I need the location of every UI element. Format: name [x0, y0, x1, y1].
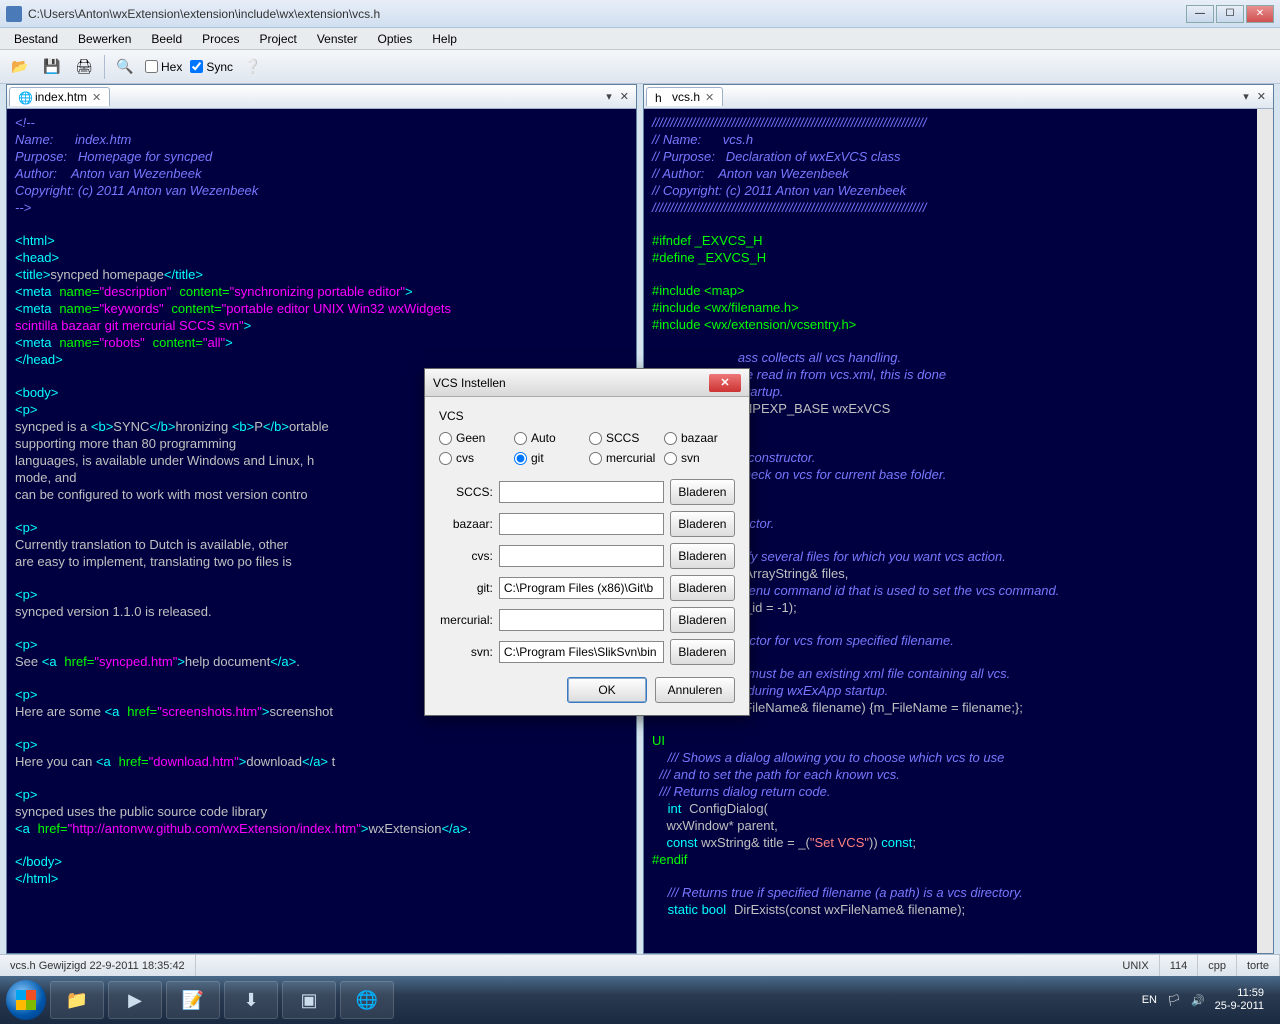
- pane-dropdown-icon[interactable]: ▾: [603, 90, 615, 103]
- toolbar-separator: [104, 55, 105, 79]
- taskbar-chrome-icon[interactable]: 🌐: [340, 981, 394, 1019]
- browse-button[interactable]: Bladeren: [670, 543, 735, 569]
- pane-close-icon[interactable]: ✕: [1254, 90, 1269, 103]
- path-label: git:: [439, 581, 493, 595]
- help-icon[interactable]: ❔: [241, 55, 265, 79]
- close-button[interactable]: ✕: [1246, 5, 1274, 23]
- start-button[interactable]: [6, 980, 46, 1020]
- vcs-radio-group: Geen Auto SCCS bazaar cvs git mercurial …: [439, 431, 735, 465]
- window-titlebar: C:\Users\Anton\wxExtension\extension\inc…: [0, 0, 1280, 28]
- taskbar-notepad-icon[interactable]: 📝: [166, 981, 220, 1019]
- open-icon[interactable]: 📂: [8, 55, 32, 79]
- maximize-button[interactable]: ☐: [1216, 5, 1244, 23]
- path-label: svn:: [439, 645, 493, 659]
- taskbar-explorer-icon[interactable]: 📁: [50, 981, 104, 1019]
- system-tray[interactable]: EN 🏳 🔊 11:59 25-9-2011: [1142, 987, 1274, 1013]
- tab-close-icon[interactable]: ✕: [705, 91, 714, 104]
- radio-cvs[interactable]: cvs: [439, 451, 510, 465]
- browse-button[interactable]: Bladeren: [670, 607, 735, 633]
- menu-project[interactable]: Project: [249, 30, 306, 48]
- status-theme: torte: [1237, 955, 1280, 976]
- menubar: Bestand Bewerken Beeld Proces Project Ve…: [0, 28, 1280, 50]
- toolbar: 📂 💾 🖨 🔍 Hex Sync ❔: [0, 50, 1280, 84]
- status-line: 114: [1160, 955, 1199, 976]
- path-row-mercurial: mercurial: Bladeren: [439, 607, 735, 633]
- path-input-svn[interactable]: [499, 641, 664, 663]
- tray-clock[interactable]: 11:59 25-9-2011: [1215, 987, 1264, 1013]
- save-icon[interactable]: 💾: [40, 55, 64, 79]
- path-input-git[interactable]: [499, 577, 664, 599]
- taskbar-mediaplayer-icon[interactable]: ▶: [108, 981, 162, 1019]
- path-row-bazaar: bazaar: Bladeren: [439, 511, 735, 537]
- browse-button[interactable]: Bladeren: [670, 511, 735, 537]
- pane-dropdown-icon[interactable]: ▾: [1240, 90, 1252, 103]
- statusbar: vcs.h Gewijzigd 22-9-2011 18:35:42 UNIX …: [0, 954, 1280, 976]
- sync-checkbox[interactable]: Sync: [190, 60, 233, 74]
- tab-row-left: 🌐 index.htm ✕ ▾ ✕: [7, 85, 636, 109]
- path-label: cvs:: [439, 549, 493, 563]
- path-row-sccs: SCCS: Bladeren: [439, 479, 735, 505]
- tray-volume-icon[interactable]: 🔊: [1191, 994, 1205, 1007]
- cancel-button[interactable]: Annuleren: [655, 677, 735, 703]
- dialog-close-button[interactable]: ✕: [709, 374, 741, 392]
- menu-opties[interactable]: Opties: [368, 30, 423, 48]
- dialog-titlebar[interactable]: VCS Instellen ✕: [425, 369, 749, 397]
- path-row-cvs: cvs: Bladeren: [439, 543, 735, 569]
- radio-sccs[interactable]: SCCS: [589, 431, 660, 445]
- path-label: SCCS:: [439, 485, 493, 499]
- browse-button[interactable]: Bladeren: [670, 479, 735, 505]
- tab-label: vcs.h: [672, 90, 700, 104]
- path-input-sccs[interactable]: [499, 481, 664, 503]
- header-file-icon: h: [655, 91, 667, 103]
- menu-proces[interactable]: Proces: [192, 30, 249, 48]
- minimize-button[interactable]: —: [1186, 5, 1214, 23]
- radio-geen[interactable]: Geen: [439, 431, 510, 445]
- radio-mercurial[interactable]: mercurial: [589, 451, 660, 465]
- menu-help[interactable]: Help: [422, 30, 467, 48]
- radio-bazaar[interactable]: bazaar: [664, 431, 735, 445]
- browse-button[interactable]: Bladeren: [670, 575, 735, 601]
- menu-bestand[interactable]: Bestand: [4, 30, 68, 48]
- ok-button[interactable]: OK: [567, 677, 647, 703]
- radio-git[interactable]: git: [514, 451, 585, 465]
- pane-close-icon[interactable]: ✕: [617, 90, 632, 103]
- path-input-bazaar[interactable]: [499, 513, 664, 535]
- taskbar-cmd-icon[interactable]: ▣: [282, 981, 336, 1019]
- tab-close-icon[interactable]: ✕: [92, 91, 101, 104]
- status-file: vcs.h Gewijzigd 22-9-2011 18:35:42: [0, 955, 196, 976]
- tray-flag-icon[interactable]: 🏳: [1167, 994, 1181, 1007]
- search-icon[interactable]: 🔍: [113, 55, 137, 79]
- dialog-title: VCS Instellen: [433, 376, 506, 390]
- path-input-mercurial[interactable]: [499, 609, 664, 631]
- path-row-git: git: Bladeren: [439, 575, 735, 601]
- tab-label: index.htm: [35, 90, 87, 104]
- menu-beeld[interactable]: Beeld: [141, 30, 192, 48]
- taskbar-app-icon[interactable]: ⬇: [224, 981, 278, 1019]
- hex-checkbox[interactable]: Hex: [145, 60, 182, 74]
- browse-button[interactable]: Bladeren: [670, 639, 735, 665]
- menu-bewerken[interactable]: Bewerken: [68, 30, 141, 48]
- vcs-settings-dialog: VCS Instellen ✕ VCS Geen Auto SCCS bazaa…: [424, 368, 750, 716]
- path-row-svn: svn: Bladeren: [439, 639, 735, 665]
- scrollbar-vertical[interactable]: [1257, 109, 1273, 953]
- radio-svn[interactable]: svn: [664, 451, 735, 465]
- app-icon: [6, 6, 22, 22]
- menu-venster[interactable]: Venster: [307, 30, 368, 48]
- path-label: bazaar:: [439, 517, 493, 531]
- tab-index-htm[interactable]: 🌐 index.htm ✕: [9, 87, 110, 106]
- status-format: UNIX: [1112, 955, 1159, 976]
- path-input-cvs[interactable]: [499, 545, 664, 567]
- path-label: mercurial:: [439, 613, 493, 627]
- print-icon[interactable]: 🖨: [72, 55, 96, 79]
- chrome-icon: 🌐: [18, 91, 30, 103]
- tab-row-right: h vcs.h ✕ ▾ ✕: [644, 85, 1273, 109]
- status-lang: cpp: [1198, 955, 1237, 976]
- radio-auto[interactable]: Auto: [514, 431, 585, 445]
- vcs-group-label: VCS: [439, 409, 735, 423]
- window-title: C:\Users\Anton\wxExtension\extension\inc…: [28, 7, 1186, 21]
- windows-taskbar: 📁 ▶ 📝 ⬇ ▣ 🌐 EN 🏳 🔊 11:59 25-9-2011: [0, 976, 1280, 1024]
- tab-vcs-h[interactable]: h vcs.h ✕: [646, 87, 723, 106]
- tray-lang[interactable]: EN: [1142, 994, 1157, 1006]
